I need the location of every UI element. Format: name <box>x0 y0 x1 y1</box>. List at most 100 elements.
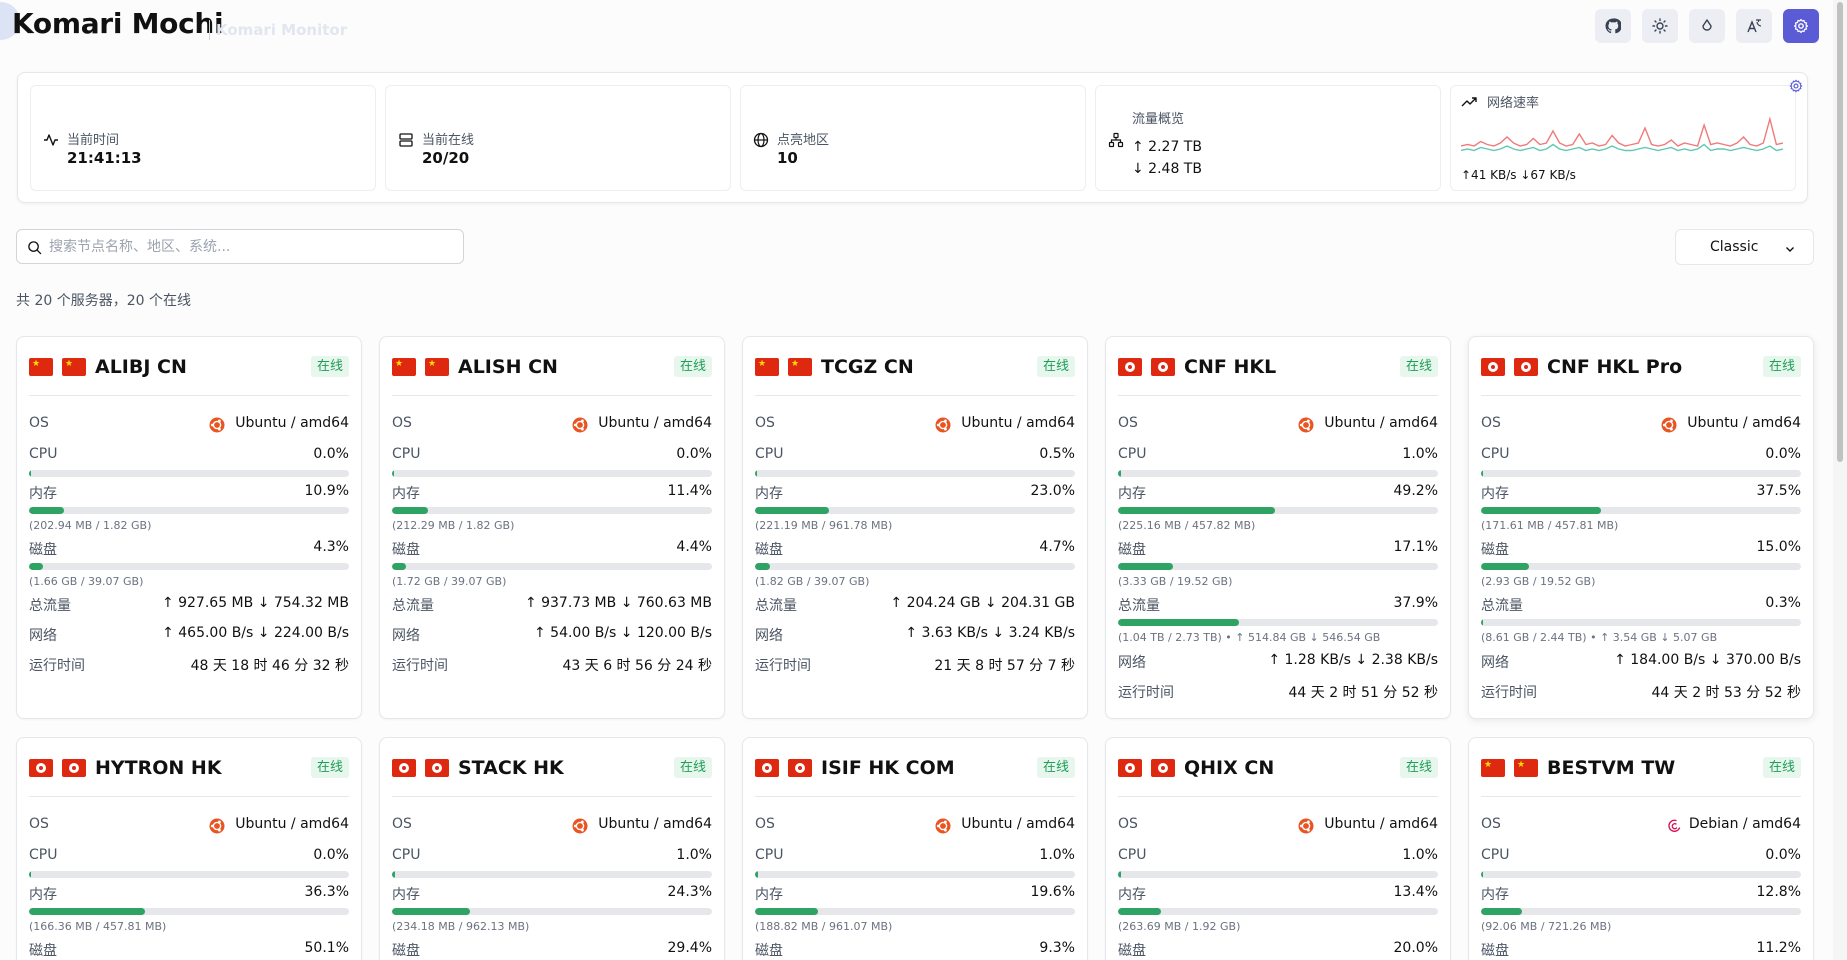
server-card[interactable]: STACK HK 在线 OS Ubuntu / amd64 CPU 1.0% 内… <box>379 737 725 960</box>
memory-bar-fill <box>29 908 146 915</box>
memory-bar <box>392 507 712 514</box>
memory-row: 内存 12.8% <box>1481 884 1801 904</box>
cpu-bar <box>392 470 712 477</box>
traffic-bar <box>1118 619 1438 626</box>
server-card[interactable]: ★ ★ BESTVM TW 在线 OS Debian / amd64 CPU 0.… <box>1468 737 1814 960</box>
stat-online: 当前在线 20/20 <box>385 85 731 191</box>
cpu-bar <box>1118 871 1438 878</box>
cpu-label: CPU <box>755 847 784 863</box>
disk-bar-fill <box>1118 563 1173 570</box>
disk-bar <box>1118 563 1438 570</box>
memory-bar <box>755 507 1075 514</box>
page-scrollbar[interactable] <box>1833 0 1847 960</box>
os-row: OS Debian / amd64 <box>1481 816 1801 836</box>
status-badge: 在线 <box>1762 757 1801 778</box>
server-name[interactable]: BESTVM TW <box>1547 757 1675 779</box>
memory-detail: (166.36 MB / 457.81 MB) <box>29 920 167 933</box>
search-box[interactable] <box>16 229 464 264</box>
server-name[interactable]: ISIF HK COM <box>821 757 955 779</box>
app-title[interactable]: Komari Mochi <box>12 7 224 40</box>
status-badge: 在线 <box>1036 757 1075 778</box>
cpu-bar <box>29 871 349 878</box>
cpu-value: 1.0% <box>676 847 712 863</box>
card-divider <box>392 796 712 797</box>
memory-detail: (202.94 MB / 1.82 GB) <box>29 519 152 532</box>
server-name[interactable]: CNF HKL Pro <box>1547 356 1682 378</box>
memory-bar-fill <box>755 908 818 915</box>
search-input[interactable] <box>49 234 449 260</box>
disk-label: 磁盘 <box>1118 542 1146 558</box>
ubuntu-icon <box>1298 818 1314 834</box>
cn-flag-icon: ★ <box>29 358 53 376</box>
cpu-label: CPU <box>392 446 421 462</box>
stat-traffic: 流量概览 ↑ 2.27 TB ↓ 2.48 TB <box>1095 85 1441 191</box>
memory-detail: (188.82 MB / 961.07 MB) <box>755 920 893 933</box>
server-name[interactable]: QHIX CN <box>1184 757 1274 779</box>
server-card[interactable]: QHIX CN 在线 OS Ubuntu / amd64 CPU 1.0% 内存… <box>1105 737 1451 960</box>
server-card[interactable]: CNF HKL Pro 在线 OS Ubuntu / amd64 CPU 0.0… <box>1468 336 1814 719</box>
status-badge: 在线 <box>310 757 349 778</box>
cpu-value: 1.0% <box>1039 847 1075 863</box>
stat-label: 流量概览 <box>1132 112 1185 127</box>
traffic-row: 总流量 ↑ 937.73 MB ↓ 760.63 MB <box>392 595 712 615</box>
hk-flag-icon <box>755 759 779 777</box>
server-card[interactable]: ★ ★ TCGZ CN 在线 OS Ubuntu / amd64 CPU 0.5%… <box>742 336 1088 719</box>
server-name[interactable]: TCGZ CN <box>821 356 914 378</box>
traffic-detail: (8.61 GB / 2.44 TB) • ↑ 3.54 GB ↓ 5.07 G… <box>1481 631 1718 644</box>
cpu-value: 1.0% <box>1402 446 1438 462</box>
network-row: 网络 ↑ 184.00 B/s ↓ 370.00 B/s <box>1481 652 1801 672</box>
server-card[interactable]: ISIF HK COM 在线 OS Ubuntu / amd64 CPU 1.0… <box>742 737 1088 960</box>
memory-bar <box>1118 507 1438 514</box>
memory-value: 10.9% <box>304 483 349 499</box>
activity-icon <box>44 134 58 146</box>
server-name[interactable]: CNF HKL <box>1184 356 1276 378</box>
language-button[interactable] <box>1736 9 1772 43</box>
disk-value: 20.0% <box>1393 940 1438 956</box>
network-row: 网络 ↑ 54.00 B/s ↓ 120.00 B/s <box>392 625 712 645</box>
cpu-row: CPU 1.0% <box>755 847 1075 867</box>
card-divider <box>29 395 349 396</box>
os-value: Ubuntu / amd64 <box>1687 415 1801 431</box>
memory-detail: (92.06 MB / 721.26 MB) <box>1481 920 1612 933</box>
os-value: Ubuntu / amd64 <box>598 415 712 431</box>
traffic-up: ↑ 2.27 TB <box>1132 139 1202 155</box>
theme-toggle-button[interactable] <box>1642 9 1678 43</box>
server-name[interactable]: STACK HK <box>458 757 564 779</box>
debian-icon <box>1668 819 1681 832</box>
uptime-row: 运行时间 44 天 2 时 51 分 52 秒 <box>1118 682 1438 702</box>
memory-label: 内存 <box>1118 887 1146 903</box>
traffic-percent: 37.9% <box>1393 595 1438 611</box>
scrollbar-thumb[interactable] <box>1837 2 1843 462</box>
server-card[interactable]: ★ ★ ALIBJ CN 在线 OS Ubuntu / amd64 CPU 0.0… <box>16 336 362 719</box>
server-card[interactable]: CNF HKL 在线 OS Ubuntu / amd64 CPU 1.0% 内存… <box>1105 336 1451 719</box>
uptime-row: 运行时间 43 天 6 时 56 分 24 秒 <box>392 655 712 675</box>
memory-row: 内存 10.9% <box>29 483 349 503</box>
panel-settings-icon[interactable] <box>1789 79 1803 93</box>
card-divider <box>755 796 1075 797</box>
server-card[interactable]: HYTRON HK 在线 OS Ubuntu / amd64 CPU 0.0% … <box>16 737 362 960</box>
os-label: OS <box>1481 415 1501 431</box>
view-mode-select[interactable]: Classic <box>1675 229 1814 265</box>
traffic-percent: 0.3% <box>1765 595 1801 611</box>
card-divider <box>1481 395 1801 396</box>
server-name[interactable]: HYTRON HK <box>95 757 222 779</box>
cpu-bar-fill <box>1118 871 1122 878</box>
cpu-label: CPU <box>1481 446 1510 462</box>
disk-label: 磁盘 <box>392 542 420 558</box>
status-badge: 在线 <box>1399 757 1438 778</box>
color-button[interactable] <box>1689 9 1725 43</box>
cpu-bar-fill <box>392 470 394 477</box>
memory-label: 内存 <box>29 887 57 903</box>
server-name[interactable]: ALISH CN <box>458 356 558 378</box>
settings-button[interactable] <box>1783 9 1819 43</box>
card-divider <box>1118 395 1438 396</box>
disk-row: 磁盘 29.4% <box>392 940 712 960</box>
server-card[interactable]: ★ ★ ALISH CN 在线 OS Ubuntu / amd64 CPU 0.0… <box>379 336 725 719</box>
github-icon <box>1605 18 1621 34</box>
memory-bar <box>392 908 712 915</box>
server-name[interactable]: ALIBJ CN <box>95 356 187 378</box>
disk-value: 11.2% <box>1756 940 1801 956</box>
memory-bar-fill <box>1118 507 1276 514</box>
github-button[interactable] <box>1595 9 1631 43</box>
app-header: Komari Mochi Komari Monitor <box>0 0 1847 52</box>
